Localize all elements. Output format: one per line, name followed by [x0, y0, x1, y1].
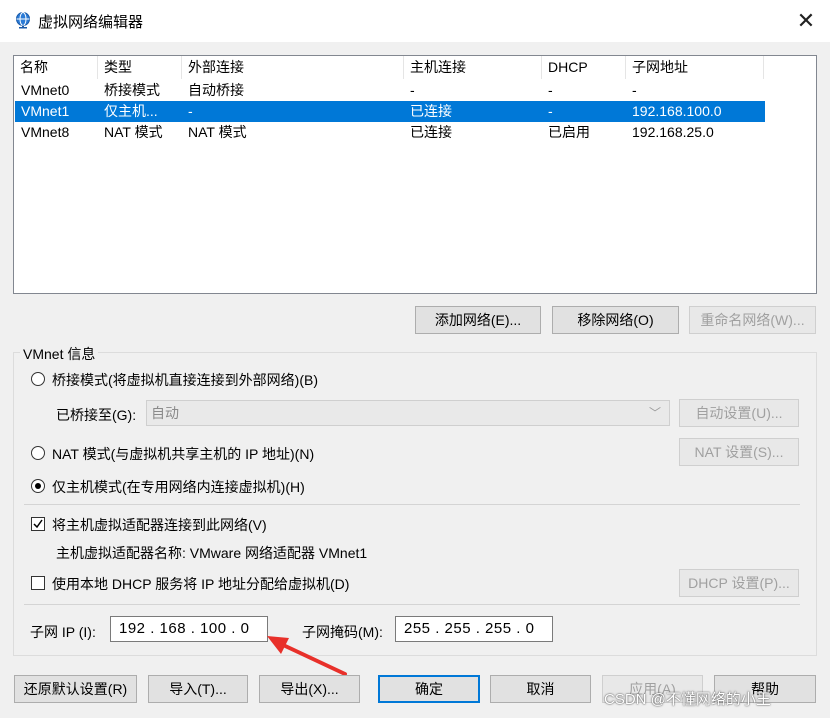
rename-network-button[interactable]: 重命名网络(W)... [689, 306, 816, 334]
cell-dhcp: 已启用 [548, 124, 590, 140]
cell-external: - [188, 103, 193, 119]
cell-host: 已连接 [410, 103, 452, 119]
add-network-button[interactable]: 添加网络(E)... [415, 306, 541, 334]
cell-type: 仅主机... [104, 103, 158, 119]
subnet-ip-label: 子网 IP (I): [30, 624, 96, 640]
window-title: 虚拟网络编辑器 [38, 14, 144, 31]
watermark-text: CSDN @不懂网络的小王 [604, 691, 771, 708]
use-dhcp-label[interactable]: 使用本地 DHCP 服务将 IP 地址分配给虚拟机(D) [52, 574, 349, 594]
cell-name: VMnet8 [21, 124, 70, 140]
bridged-to-value: 自动 [151, 405, 179, 421]
cell-type: 桥接模式 [104, 82, 160, 98]
close-button[interactable]: ✕ [790, 8, 822, 34]
nat-mode-label[interactable]: NAT 模式(与虚拟机共享主机的 IP 地址)(N) [52, 444, 314, 464]
cell-external: 自动桥接 [188, 82, 244, 98]
subnet-ip-field[interactable]: 192 . 168 . 100 . 0 [110, 616, 268, 642]
divider [24, 504, 800, 505]
adapter-name-text: 主机虚拟适配器名称: VMware 网络适配器 VMnet1 [56, 545, 368, 561]
remove-network-button[interactable]: 移除网络(O) [552, 306, 679, 334]
column-header-external[interactable]: 外部连接 [182, 56, 404, 79]
vmnet-info-legend: VMnet 信息 [20, 344, 99, 364]
column-header-host[interactable]: 主机连接 [404, 56, 542, 79]
bridged-to-label: 已桥接至(G): [56, 407, 137, 423]
connect-adapter-checkbox[interactable] [31, 517, 45, 531]
cell-subnet: 192.168.25.0 [632, 124, 714, 140]
export-button[interactable]: 导出(X)... [259, 675, 360, 703]
table-row[interactable]: VMnet0 桥接模式 自动桥接 - - - [15, 80, 765, 101]
cell-dhcp: - [548, 82, 553, 98]
cell-dhcp: - [548, 103, 553, 119]
host-only-label[interactable]: 仅主机模式(在专用网络内连接虚拟机)(H) [52, 477, 305, 497]
globe-icon [16, 12, 30, 29]
host-only-radio[interactable] [31, 479, 45, 493]
cell-name: VMnet1 [21, 103, 70, 119]
use-dhcp-checkbox[interactable] [31, 576, 45, 590]
cell-type: NAT 模式 [104, 124, 163, 140]
ok-button[interactable]: 确定 [378, 675, 480, 703]
cell-subnet: - [632, 82, 637, 98]
divider [24, 604, 800, 605]
import-button[interactable]: 导入(T)... [148, 675, 248, 703]
nat-mode-radio[interactable] [31, 446, 45, 460]
column-header-name[interactable]: 名称 [14, 56, 98, 79]
bridge-mode-radio[interactable] [31, 372, 45, 386]
column-header-dhcp[interactable]: DHCP [542, 56, 626, 79]
subnet-mask-field[interactable]: 255 . 255 . 255 . 0 [395, 616, 553, 642]
checkmark-icon [33, 519, 43, 529]
column-header-subnet[interactable]: 子网地址 [626, 56, 764, 79]
network-list[interactable]: 名称 类型 外部连接 主机连接 DHCP 子网地址 VMnet0 桥接模式 自动… [13, 55, 817, 294]
cell-name: VMnet0 [21, 82, 70, 98]
dhcp-settings-button[interactable]: DHCP 设置(P)... [679, 569, 799, 597]
connect-adapter-label[interactable]: 将主机虚拟适配器连接到此网络(V) [52, 515, 267, 535]
chevron-down-icon: ﹀ [648, 406, 661, 420]
column-header-type[interactable]: 类型 [98, 56, 182, 79]
red-arrow-annotation [267, 636, 347, 676]
table-row-selected[interactable]: VMnet1 仅主机... - 已连接 - 192.168.100.0 [15, 101, 765, 122]
cell-host: - [410, 82, 415, 98]
bridged-to-select[interactable]: 自动 ﹀ [146, 400, 670, 426]
restore-defaults-button[interactable]: 还原默认设置(R) [14, 675, 137, 703]
cell-external: NAT 模式 [188, 124, 247, 140]
auto-settings-button[interactable]: 自动设置(U)... [679, 399, 799, 427]
nat-settings-button[interactable]: NAT 设置(S)... [679, 438, 799, 466]
close-icon: ✕ [796, 8, 816, 33]
cell-subnet: 192.168.100.0 [632, 103, 722, 119]
cancel-button[interactable]: 取消 [490, 675, 591, 703]
table-row[interactable]: VMnet8 NAT 模式 NAT 模式 已连接 已启用 192.168.25.… [15, 122, 765, 143]
cell-host: 已连接 [410, 124, 452, 140]
bridge-mode-label[interactable]: 桥接模式(将虚拟机直接连接到外部网络)(B) [52, 370, 318, 390]
